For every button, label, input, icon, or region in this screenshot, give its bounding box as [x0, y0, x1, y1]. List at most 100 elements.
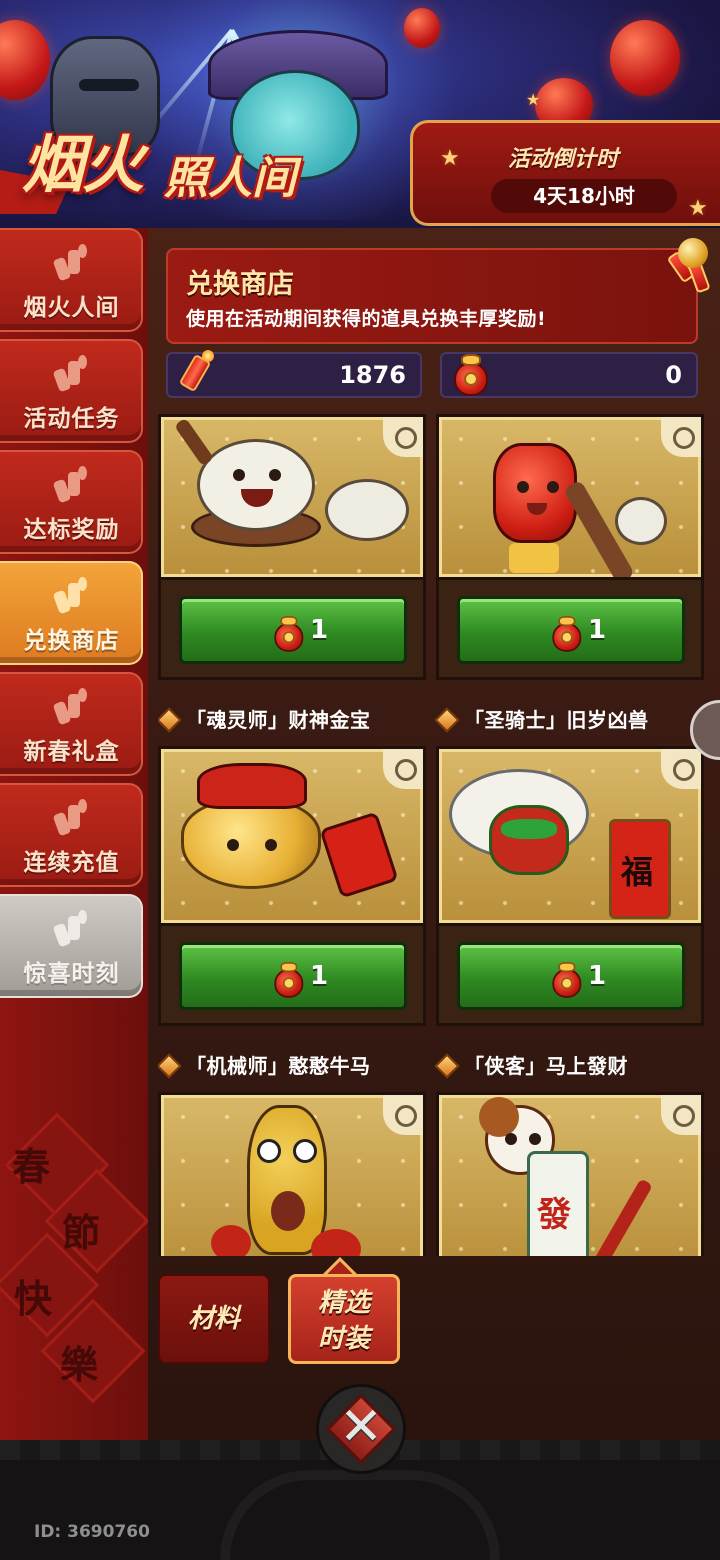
firecracker-icon [52, 797, 90, 837]
sidebar-item-label: 兑换商店 [23, 628, 120, 654]
tab-material[interactable]: 材料 [158, 1274, 270, 1364]
sidebar-item-label: 活动任务 [23, 406, 120, 432]
currency-lucky-pouches: 0 [440, 352, 698, 398]
currency-value: 0 [665, 361, 682, 389]
diamond-icon [158, 1053, 182, 1079]
item-name-text: 「侠客」马上發财 [464, 1054, 628, 1078]
item-footer: 1 [436, 926, 704, 1026]
tab-label-line2: 时装 [317, 1324, 370, 1354]
item-footer: 1 [436, 580, 704, 680]
spring-festival-decoration: 春 節 快 樂 [0, 1112, 150, 1428]
decoration-glyph: 快 [14, 1276, 53, 1321]
sidebar-item-fireworks[interactable]: 烟火人间 [0, 228, 143, 332]
fa-character: 發 [537, 1195, 571, 1235]
item-name: 「魂灵师」财神金宝 [158, 704, 371, 733]
item-name: 「圣骑士」旧岁凶兽 [434, 704, 649, 733]
shop-header: 兑换商店 使用在活动期间获得的道具兑换丰厚奖励! [166, 238, 711, 344]
firecracker-icon [52, 908, 90, 948]
countdown-value: 4天18小时 [491, 179, 677, 213]
diamond-icon [434, 707, 460, 733]
sidebar-item-exchange-shop[interactable]: 兑换商店 [0, 561, 143, 665]
feather-icon [383, 749, 423, 789]
sidebar-item-label: 烟火人间 [23, 295, 120, 321]
sidebar-item-label: 连续充值 [23, 850, 120, 876]
event-logo: 烟火 照人间 [14, 110, 344, 210]
dagger-icon [661, 1095, 701, 1135]
item-preview: 發 [436, 1092, 704, 1256]
lucky-pouch-icon [446, 348, 496, 402]
item-preview [158, 1092, 426, 1256]
firecracker-icon [52, 686, 90, 726]
item-name-text: 「魂灵师」财神金宝 [186, 708, 371, 732]
event-banner: 烟火 照人间 活动倒计时 4天18小时 ★ ★ ★ [0, 0, 720, 228]
firecracker-icon [52, 575, 90, 615]
countdown-panel: 活动倒计时 4天18小时 [410, 120, 720, 226]
event-logo-sub: 照人间 [164, 153, 296, 204]
item-price: 1 [588, 615, 607, 645]
sidebar-item-label: 达标奖励 [23, 517, 120, 543]
firecracker-icon [666, 238, 720, 308]
item-name-text: 「机械师」憨憨牛马 [186, 1054, 371, 1078]
main-panel: 兑换商店 使用在活动期间获得的道具兑换丰厚奖励! 1876 0 1 1 「魂灵师… [148, 228, 720, 1440]
item-footer: 1 [158, 926, 426, 1026]
close-button[interactable]: ✕ [316, 1384, 406, 1474]
decoration-glyph: 節 [62, 1210, 101, 1255]
item-preview: 福 [436, 746, 704, 926]
diamond-icon [158, 707, 182, 733]
sidebar-item-recharge[interactable]: 连续充值 [0, 783, 143, 887]
exchange-button[interactable]: 1 [457, 596, 685, 664]
lucky-pouch-icon [268, 957, 309, 1001]
sidebar-item-surprise[interactable]: 惊喜时刻 [0, 894, 143, 998]
lantern-icon [404, 8, 440, 48]
sidebar-item-gift-box[interactable]: 新春礼盒 [0, 672, 143, 776]
star-icon: ★ [440, 146, 460, 171]
event-logo-main: 烟火 [22, 128, 144, 201]
lucky-pouch-icon [268, 611, 309, 655]
item-price: 1 [588, 961, 607, 991]
sword-icon [661, 417, 701, 457]
sidebar: 烟火人间 活动任务 达标奖励 兑换商店 新春礼盒 连续充值 惊喜时刻 春 節 快… [0, 228, 150, 1440]
user-id: ID: 3690760 [34, 1522, 150, 1542]
sidebar-item-rewards[interactable]: 达标奖励 [0, 450, 143, 554]
diamond-icon [434, 1053, 460, 1079]
search-icon [383, 417, 423, 457]
bottom-ornament [220, 1470, 500, 1560]
lucky-pouch-icon [546, 957, 587, 1001]
lantern-icon [0, 20, 50, 100]
sidebar-item-label: 新春礼盒 [23, 739, 120, 765]
exchange-button[interactable]: 1 [457, 942, 685, 1010]
exchange-button[interactable]: 1 [179, 596, 407, 664]
item-price: 1 [310, 615, 329, 645]
firecracker-icon [52, 353, 90, 393]
sidebar-item-label: 惊喜时刻 [23, 961, 120, 987]
item-name-text: 「圣骑士」旧岁凶兽 [464, 708, 649, 732]
close-icon: ✕ [339, 1397, 383, 1457]
item-preview [158, 746, 426, 926]
firecracker-icon [52, 242, 90, 282]
star-icon: ★ [526, 90, 541, 109]
sword-icon [661, 749, 701, 789]
sidebar-item-tasks[interactable]: 活动任务 [0, 339, 143, 443]
item-name: 「机械师」憨憨牛马 [158, 1050, 371, 1079]
item-footer: 1 [158, 580, 426, 680]
lucky-pouch-icon [546, 611, 587, 655]
item-price: 1 [310, 961, 329, 991]
item-preview [436, 414, 704, 580]
exchange-button[interactable]: 1 [179, 942, 407, 1010]
shop-item-list[interactable]: 1 1 「魂灵师」财神金宝 1 「圣骑士」旧岁凶兽 福 1 「机械师」憨憨牛马 … [158, 414, 710, 1256]
firework-token-icon [172, 348, 222, 402]
item-preview [158, 414, 426, 580]
firecracker-icon [52, 464, 90, 504]
star-icon: ★ [688, 196, 708, 221]
tab-label-line1: 精选 [317, 1288, 370, 1318]
tab-featured-outfits[interactable]: 精选 时装 [288, 1274, 400, 1364]
item-name: 「侠客」马上發财 [434, 1050, 628, 1079]
decoration-glyph: 春 [12, 1144, 51, 1189]
decoration-glyph: 樂 [60, 1342, 99, 1387]
shop-description: 使用在活动期间获得的道具兑换丰厚奖励! [186, 308, 547, 330]
fu-character: 福 [621, 853, 654, 891]
currency-firework-tokens: 1876 [166, 350, 422, 398]
category-tabs: 材料 精选 时装 [158, 1257, 418, 1370]
currency-value: 1876 [339, 361, 406, 389]
shop-title: 兑换商店 [186, 269, 294, 300]
